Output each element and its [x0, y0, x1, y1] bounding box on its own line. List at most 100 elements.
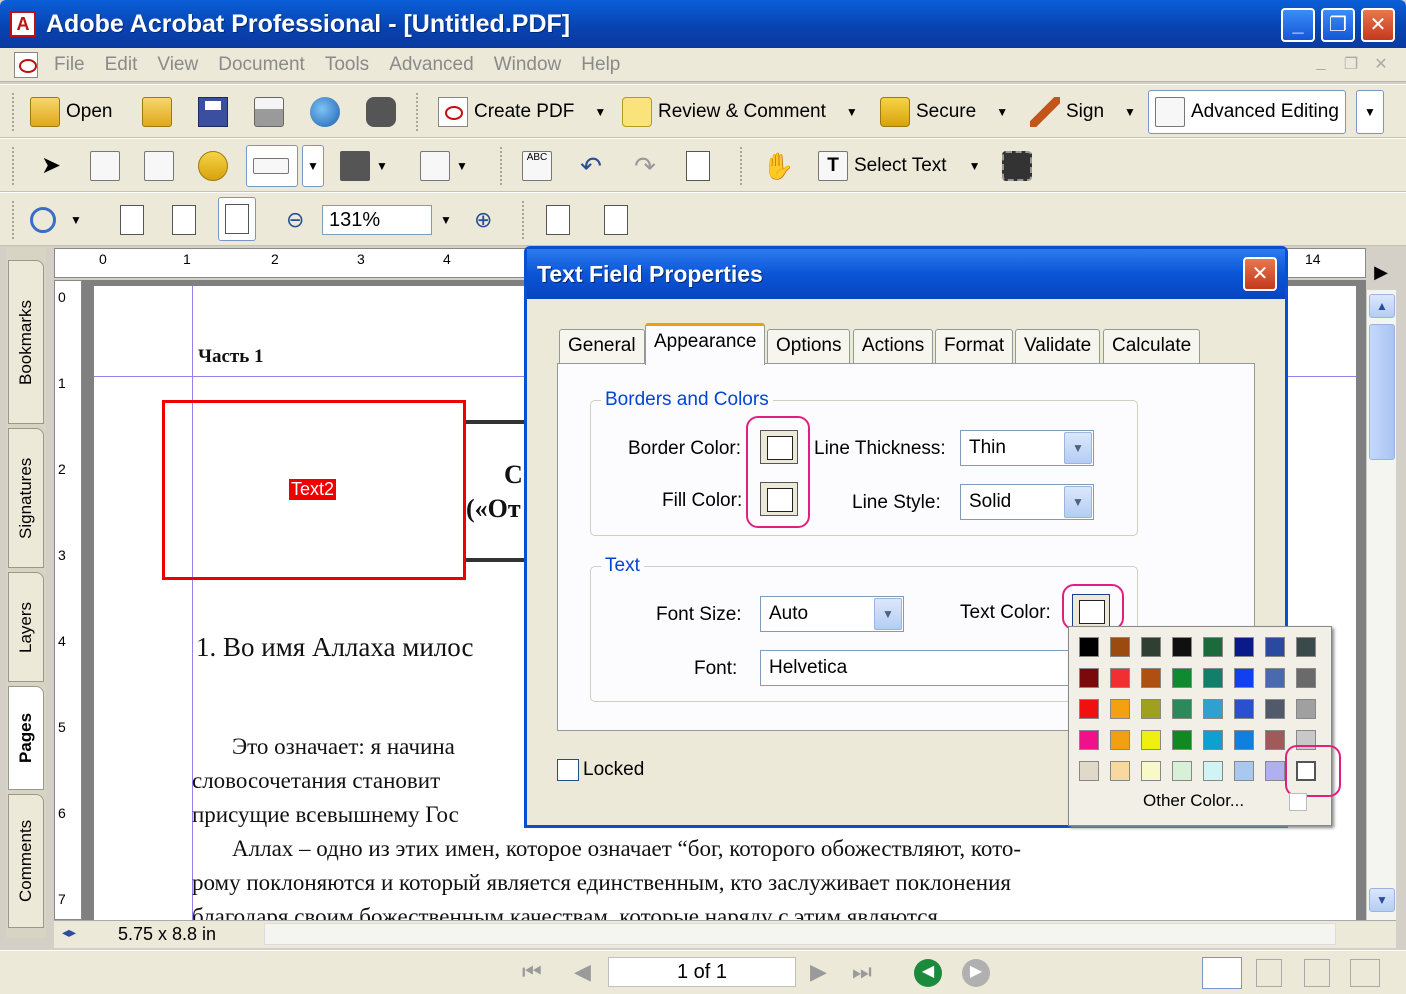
actual-size-button[interactable]: [120, 201, 144, 239]
chevron-down-icon[interactable]: ▼: [1064, 432, 1092, 464]
color-swatch[interactable]: [1079, 637, 1099, 657]
color-swatch[interactable]: [1265, 699, 1285, 719]
toolbar-grip[interactable]: [416, 93, 420, 131]
facing-icon[interactable]: [1350, 959, 1380, 987]
last-page-icon[interactable]: ⏭: [852, 959, 872, 985]
color-swatch[interactable]: [1203, 637, 1223, 657]
split-handle-icon[interactable]: ◂▸: [62, 924, 76, 941]
menu-document[interactable]: Document: [208, 54, 315, 76]
form-tools-dropdown[interactable]: ▼: [302, 145, 324, 187]
color-swatch[interactable]: [1079, 668, 1099, 688]
open-button[interactable]: Open: [30, 93, 112, 131]
color-swatch[interactable]: [1079, 699, 1099, 719]
color-swatch[interactable]: [1110, 730, 1130, 750]
custom-color-swatch[interactable]: [1289, 793, 1307, 811]
color-swatch[interactable]: [1110, 668, 1130, 688]
color-swatch[interactable]: [1296, 637, 1316, 657]
color-swatch[interactable]: [1234, 637, 1254, 657]
zoom-out-button[interactable]: ⊖: [286, 201, 304, 239]
tab-options[interactable]: Options: [767, 329, 851, 363]
zoom-in-button[interactable]: ⊕: [474, 201, 492, 239]
tab-bookmarks[interactable]: Bookmarks: [8, 260, 44, 424]
menu-tools[interactable]: Tools: [315, 54, 379, 76]
text-field-tool[interactable]: [246, 145, 298, 187]
color-swatch[interactable]: [1296, 668, 1316, 688]
tab-general[interactable]: General: [559, 329, 645, 363]
snapshot-area-button[interactable]: ▼: [420, 147, 468, 185]
advanced-editing-dropdown[interactable]: ▼: [1356, 90, 1384, 134]
locked-checkbox[interactable]: [557, 759, 579, 781]
color-swatch[interactable]: [1203, 699, 1223, 719]
color-swatch[interactable]: [1110, 699, 1130, 719]
chevron-down-icon[interactable]: ▼: [456, 159, 468, 173]
color-swatch[interactable]: [1079, 761, 1099, 781]
zoom-tool-button[interactable]: ▼: [30, 201, 82, 239]
close-button[interactable]: ✕: [1361, 8, 1395, 42]
color-swatch[interactable]: [1265, 668, 1285, 688]
doc-close-icon[interactable]: ✕: [1370, 54, 1392, 76]
spell-check-button[interactable]: ABC: [522, 147, 552, 185]
color-swatch[interactable]: [1203, 668, 1223, 688]
text-field-text2[interactable]: Text2: [162, 400, 466, 580]
chevron-down-icon[interactable]: ▼: [969, 159, 981, 173]
tab-actions[interactable]: Actions: [853, 329, 934, 363]
secure-button[interactable]: Secure ▼: [880, 93, 1008, 131]
first-page-icon[interactable]: ⏮: [522, 959, 542, 985]
menu-file[interactable]: File: [44, 54, 95, 76]
zoom-input[interactable]: 131%: [322, 205, 432, 235]
tab-validate[interactable]: Validate: [1015, 329, 1101, 363]
tab-signatures[interactable]: Signatures: [8, 428, 44, 568]
color-swatch[interactable]: [1141, 699, 1161, 719]
hand-tool-button[interactable]: ✋: [762, 147, 794, 185]
ruler-arrow-icon[interactable]: ▶: [1366, 262, 1396, 288]
movie-button[interactable]: ▼: [340, 147, 388, 185]
redo-button[interactable]: ↷: [630, 147, 660, 185]
color-swatch[interactable]: [1172, 699, 1192, 719]
single-page-icon[interactable]: [1202, 957, 1242, 989]
color-swatch[interactable]: [1141, 761, 1161, 781]
doc-restore-icon[interactable]: ❐: [1340, 54, 1362, 76]
color-swatch[interactable]: [1203, 761, 1223, 781]
color-swatch[interactable]: [1265, 761, 1285, 781]
chevron-down-icon[interactable]: ▼: [70, 213, 82, 227]
create-pdf-button[interactable]: Create PDF ▼: [438, 93, 606, 131]
menu-edit[interactable]: Edit: [95, 54, 148, 76]
vertical-scrollbar[interactable]: ▲ ▼: [1366, 290, 1396, 920]
toolbar-grip[interactable]: [12, 201, 16, 239]
menu-advanced[interactable]: Advanced: [379, 54, 484, 76]
review-comment-button[interactable]: Review & Comment ▼: [622, 93, 858, 131]
scroll-thumb[interactable]: [1369, 324, 1395, 460]
chevron-down-icon[interactable]: ▼: [874, 598, 902, 630]
organizer-button[interactable]: [142, 93, 172, 131]
chevron-down-icon[interactable]: ▼: [846, 105, 858, 119]
save-button[interactable]: [198, 93, 228, 131]
color-swatch[interactable]: [1110, 761, 1130, 781]
toolbar-grip[interactable]: [500, 147, 504, 185]
toolbar-grip[interactable]: [12, 93, 16, 131]
color-swatch[interactable]: [1172, 761, 1192, 781]
line-thickness-select[interactable]: Thin ▼: [960, 430, 1094, 466]
previous-page-icon[interactable]: ◀: [574, 959, 591, 985]
chevron-down-icon[interactable]: ▼: [376, 159, 388, 173]
menu-window[interactable]: Window: [484, 54, 572, 76]
tab-layers[interactable]: Layers: [8, 572, 44, 682]
color-swatch[interactable]: [1172, 668, 1192, 688]
previous-view-icon[interactable]: ◀: [914, 959, 942, 987]
next-view-icon[interactable]: ▶: [962, 959, 990, 987]
email-button[interactable]: [310, 93, 340, 131]
tab-calculate[interactable]: Calculate: [1103, 329, 1201, 363]
doc-minimize-icon[interactable]: _: [1310, 54, 1332, 76]
toolbar-grip[interactable]: [12, 147, 16, 185]
continuous-icon[interactable]: [1256, 959, 1282, 987]
tab-pages[interactable]: Pages: [8, 686, 44, 790]
touchup-button[interactable]: [90, 147, 120, 185]
horizontal-scrollbar[interactable]: [264, 923, 1336, 945]
color-swatch[interactable]: [1141, 668, 1161, 688]
color-swatch[interactable]: [1265, 637, 1285, 657]
zoom-dropdown[interactable]: ▼: [440, 201, 452, 239]
color-swatch[interactable]: [1296, 699, 1316, 719]
dialog-close-icon[interactable]: ✕: [1243, 257, 1277, 291]
line-style-select[interactable]: Solid ▼: [960, 484, 1094, 520]
fit-width-button[interactable]: [218, 197, 256, 241]
color-swatch[interactable]: [1141, 637, 1161, 657]
